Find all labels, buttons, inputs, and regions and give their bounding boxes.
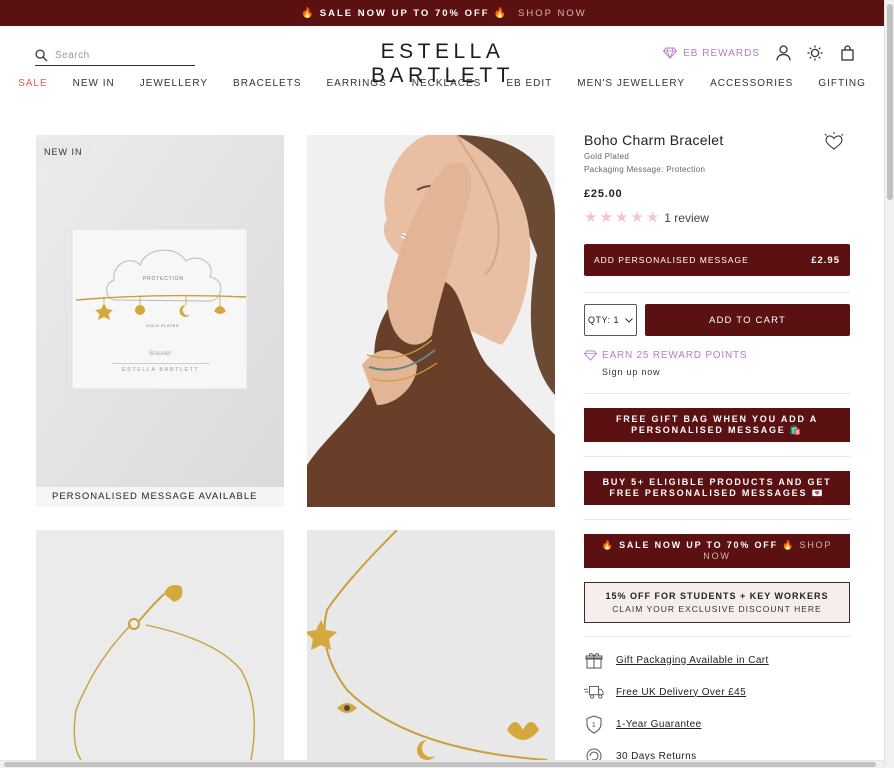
scrollbar-thumb[interactable]	[887, 4, 893, 200]
search-bar[interactable]	[35, 46, 195, 66]
flame-icon: 🔥	[601, 540, 615, 551]
header-actions: EB REWARDS	[663, 44, 856, 62]
product-title: Boho Charm Bracelet	[584, 132, 724, 148]
product-image-bracelet[interactable]	[36, 530, 284, 760]
signup-link[interactable]: Sign up now	[602, 367, 660, 377]
divider	[584, 393, 850, 394]
nav-earrings[interactable]: EARRINGS	[327, 76, 387, 91]
star-icon: ★	[614, 209, 629, 226]
scrollbar-thumb[interactable]	[4, 762, 876, 767]
guarantee-link[interactable]: 1-Year Guarantee	[616, 719, 702, 730]
search-input[interactable]	[55, 50, 185, 61]
main-nav: SALE NEW IN JEWELLERY BRACELETS EARRINGS…	[0, 76, 884, 91]
delivery-link[interactable]: Free UK Delivery Over £45	[616, 687, 746, 698]
new-in-badge: NEW IN	[36, 142, 91, 162]
shield-icon: 1	[584, 714, 604, 734]
earn-points[interactable]: EARN 25 REWARD POINTS	[584, 350, 747, 361]
feature-gift-packaging[interactable]: Gift Packaging Available in Cart	[584, 650, 850, 670]
promo-text: SALE NOW UP TO 70% OFF	[319, 7, 490, 19]
product-finish: Gold Plated	[584, 152, 630, 161]
product-price: £25.00	[584, 188, 623, 200]
chevron-down-icon	[625, 317, 633, 323]
buy-five-banner[interactable]: BUY 5+ ELIGIBLE PRODUCTS AND GET FREE PE…	[584, 471, 850, 505]
nav-bracelets[interactable]: BRACELETS	[233, 76, 301, 91]
divider	[584, 292, 850, 293]
star-icon: ★	[599, 209, 613, 226]
model-illustration	[307, 135, 555, 507]
divider	[584, 456, 850, 457]
rewards-label: EB REWARDS	[683, 47, 760, 59]
charms-closeup-illustration	[307, 530, 555, 760]
nav-eb-edit[interactable]: EB EDIT	[506, 76, 552, 91]
product-image-closeup[interactable]	[307, 530, 555, 760]
flame-icon: 🔥	[301, 7, 316, 19]
product-image-packaging[interactable]: PROTECTION GOLD PLATED Bracelet ESTELLA …	[36, 135, 284, 507]
personalise-price: £2.95	[811, 254, 840, 266]
account-icon[interactable]	[774, 44, 792, 62]
nav-accessories[interactable]: ACCESSORIES	[710, 76, 793, 91]
diamond-icon	[584, 350, 597, 361]
add-personalised-message-button[interactable]: ADD PERSONALISED MESSAGE £2.95	[584, 244, 850, 276]
earn-points-label: EARN 25 REWARD POINTS	[602, 350, 748, 361]
card-item-text: Bracelet	[149, 351, 172, 357]
search-icon[interactable]	[35, 49, 48, 62]
wishlist-heart-icon[interactable]	[824, 132, 844, 152]
sale-banner-text: SALE NOW UP TO 70% OFF	[619, 540, 778, 551]
personalised-message-strip: PERSONALISED MESSAGE AVAILABLE	[36, 487, 284, 507]
card-brand-text: ESTELLA BARTLETT	[122, 367, 200, 373]
nav-gifting[interactable]: GIFTING	[818, 76, 866, 91]
product-image-model[interactable]	[307, 135, 555, 507]
gift-bag-banner[interactable]: FREE GIFT BAG WHEN YOU ADD A PERSONALISE…	[584, 408, 850, 442]
bag-icon[interactable]	[838, 44, 856, 62]
quantity-label: QTY: 1	[587, 315, 619, 325]
rewards-link[interactable]: EB REWARDS	[663, 47, 760, 59]
nav-sale[interactable]: SALE	[18, 76, 48, 91]
nav-new-in[interactable]: NEW IN	[73, 76, 115, 91]
sale-banner[interactable]: 🔥 SALE NOW UP TO 70% OFF 🔥 SHOP NOW	[584, 534, 850, 568]
feature-delivery[interactable]: Free UK Delivery Over £45	[584, 682, 850, 702]
nav-necklaces[interactable]: NECKLACES	[412, 76, 482, 91]
rating-stars[interactable]: ★ ★ ★ ★ ★ 1 review	[584, 210, 850, 225]
brightness-icon[interactable]	[806, 44, 824, 62]
student-discount-box[interactable]: 15% OFF FOR STUDENTS + KEY WORKERS CLAIM…	[584, 582, 850, 623]
quantity-select[interactable]: QTY: 1	[584, 304, 637, 336]
promo-shop-link[interactable]: SHOP NOW	[518, 8, 587, 19]
divider	[584, 636, 850, 637]
promo-bar[interactable]: 🔥 SALE NOW UP TO 70% OFF 🔥 SHOP NOW	[0, 0, 884, 26]
add-to-cart-button[interactable]: ADD TO CART	[645, 304, 850, 336]
divider	[584, 519, 850, 520]
packaging-card-illustration	[36, 135, 284, 507]
gift-icon	[584, 650, 604, 670]
nav-jewellery[interactable]: JEWELLERY	[140, 76, 208, 91]
delivery-truck-icon	[584, 682, 604, 702]
flame-icon: 🔥	[493, 7, 509, 19]
student-discount-link[interactable]: CLAIM YOUR EXCLUSIVE DISCOUNT HERE	[585, 604, 849, 614]
gift-packaging-link[interactable]: Gift Packaging Available in Cart	[616, 655, 769, 666]
product-details: Boho Charm Bracelet Gold Plated Packagin…	[584, 132, 850, 764]
feature-guarantee[interactable]: 1 1-Year Guarantee	[584, 714, 850, 734]
star-icon: ★	[630, 209, 644, 226]
card-protection-text: PROTECTION	[143, 276, 184, 282]
bracelet-illustration	[36, 530, 284, 760]
review-count[interactable]: 1 review	[664, 211, 709, 225]
product-packaging-message: Packaging Message: Protection	[584, 165, 706, 174]
nav-mens-jewellery[interactable]: MEN'S JEWELLERY	[577, 76, 685, 91]
vertical-scrollbar[interactable]	[884, 0, 894, 768]
card-plated-text: GOLD PLATED	[146, 323, 180, 328]
student-discount-title: 15% OFF FOR STUDENTS + KEY WORKERS	[605, 591, 829, 601]
diamond-icon	[663, 47, 678, 59]
svg-text:1: 1	[592, 722, 596, 729]
personalise-label: ADD PERSONALISED MESSAGE	[594, 255, 749, 265]
star-icon: ★	[584, 209, 598, 226]
flame-icon: 🔥	[782, 540, 796, 551]
card-divider	[112, 363, 210, 364]
horizontal-scrollbar[interactable]	[0, 760, 884, 768]
star-icon: ★	[645, 209, 660, 226]
